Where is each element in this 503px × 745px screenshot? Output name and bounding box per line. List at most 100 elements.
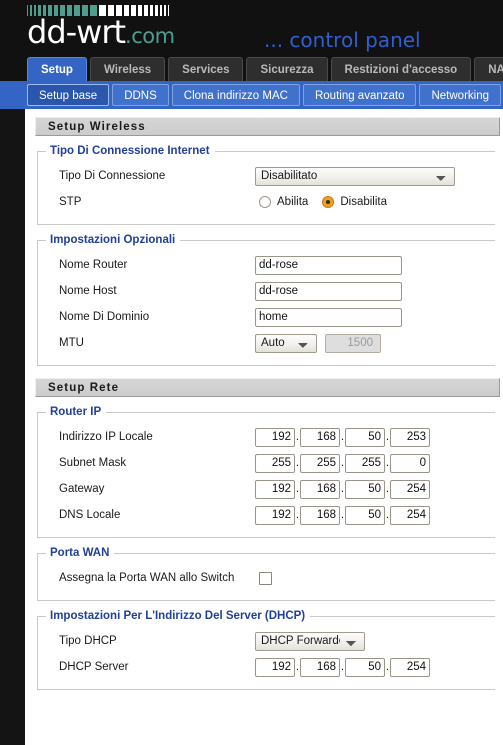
legend-dhcp: Impostazioni Per L'Indirizzo Del Server … — [50, 610, 306, 622]
page-root: dd-wrt.com ... control panel Setup Wirele… — [0, 0, 503, 745]
fieldset-internet-connection: Tipo Di Connessione Internet Tipo Di Con… — [37, 145, 495, 225]
label-dns-locale: DNS Locale — [59, 509, 121, 521]
stp-enable-label: Abilita — [277, 196, 309, 208]
dns-locale-octet-1[interactable] — [255, 505, 295, 525]
label-host-name: Nome Host — [59, 285, 117, 297]
label-indirizzo-ip-locale: Indirizzo IP Locale — [59, 431, 153, 443]
radio-circle-selected-icon — [322, 196, 335, 208]
connection-type-select[interactable]: Disabilitato — [255, 166, 455, 186]
legend-router-ip: Router IP — [50, 406, 102, 418]
indirizzo-ip-locale-octet-1[interactable] — [255, 427, 295, 447]
row-domain-name: Nome Di Dominio — [38, 304, 495, 330]
subnet-mask-octet-1[interactable] — [255, 453, 295, 473]
logo-bar — [155, 5, 158, 16]
dns-locale-octet-2[interactable] — [300, 505, 340, 525]
subtab-networking[interactable]: Networking — [419, 84, 502, 106]
row-host-name: Nome Host — [38, 278, 495, 304]
label-dhcp-type: Tipo DHCP — [59, 635, 117, 647]
label-router-name: Nome Router — [59, 259, 128, 271]
row-subnet-mask: Subnet Mask... — [38, 450, 495, 476]
control-gateway: ... — [255, 479, 430, 499]
logo-bar — [168, 5, 169, 16]
tab-sicurezza[interactable]: Sicurezza — [246, 57, 328, 81]
legend-internet-connection: Tipo Di Connessione Internet — [50, 145, 210, 157]
legend-optional-settings: Impostazioni Opzionali — [50, 234, 176, 246]
row-router-name: Nome Router — [38, 252, 495, 278]
logo-text: dd-wrt.com — [27, 16, 175, 48]
sub-tab-bar: Setup base DDNS Clona indirizzo MAC Routing… — [0, 81, 503, 109]
row-dhcp-server: DHCP Server ... — [38, 654, 495, 680]
label-domain-name: Nome Di Dominio — [59, 311, 150, 323]
host-name-input[interactable] — [255, 281, 402, 301]
row-mtu: MTU Auto — [38, 330, 495, 356]
logo-bar — [150, 5, 153, 16]
dhcp-server-octet-1[interactable] — [255, 657, 295, 677]
logo-bar — [160, 5, 162, 16]
tab-setup[interactable]: Setup — [27, 57, 87, 81]
section-header-setup-wireless: Setup Wireless — [35, 117, 500, 136]
label-mtu: MTU — [59, 337, 84, 349]
subnet-mask-octet-3[interactable] — [345, 453, 385, 473]
label-gateway: Gateway — [59, 483, 105, 495]
dns-locale-octet-3[interactable] — [345, 505, 385, 525]
row-gateway: Gateway... — [38, 476, 495, 502]
body-area: Setup Wireless Tipo Di Connessione Inter… — [0, 109, 503, 745]
fieldset-router-ip: Router IP Indirizzo IP Locale...Subnet M… — [37, 406, 495, 538]
logo-bar — [138, 5, 142, 16]
control-panel-tagline: ... control panel — [264, 28, 421, 52]
content-panel: Setup Wireless Tipo Di Connessione Inter… — [25, 109, 503, 745]
label-stp: STP — [59, 196, 82, 208]
row-stp: STP Abilita Disabilita — [38, 189, 495, 215]
gateway-octets: ... — [255, 479, 430, 499]
main-tab-bar: Setup Wireless Services Sicurezza Restizioni… — [0, 55, 503, 81]
mtu-mode-select[interactable]: Auto — [255, 333, 317, 353]
tab-services[interactable]: Services — [168, 57, 244, 81]
dns-locale-octets: ... — [255, 505, 430, 525]
legend-wan-port: Porta WAN — [50, 547, 110, 559]
tab-restizioni-d-accesso[interactable]: Restizioni d'accesso — [330, 57, 472, 81]
router-name-input[interactable] — [255, 255, 402, 275]
row-dns-locale: DNS Locale... — [38, 502, 495, 528]
label-assign-wan: Assegna la Porta WAN allo Switch — [59, 572, 235, 584]
stp-enable-radio[interactable]: Abilita — [259, 196, 308, 208]
tab-nat-qos[interactable]: NAT / QoS — [474, 57, 503, 81]
gateway-octet-4[interactable] — [390, 479, 430, 499]
dhcp-server-octet-4[interactable] — [390, 657, 430, 677]
subtab-ddns[interactable]: DDNS — [112, 84, 169, 106]
subnet-mask-octet-2[interactable] — [300, 453, 340, 473]
stp-radio-group: Abilita Disabilita — [259, 196, 401, 208]
subtab-setup-base[interactable]: Setup base — [27, 84, 110, 106]
gateway-octet-1[interactable] — [255, 479, 295, 499]
subtab-clona-indirizzo-mac[interactable]: Clona indirizzo MAC — [171, 84, 300, 106]
assign-wan-checkbox[interactable] — [259, 571, 272, 585]
dhcp-server-octet-2[interactable] — [300, 657, 340, 677]
gateway-octet-3[interactable] — [345, 479, 385, 499]
label-subnet-mask: Subnet Mask — [59, 457, 127, 469]
dhcp-server-octet-3[interactable] — [345, 657, 385, 677]
control-subnet-mask: ... — [255, 453, 430, 473]
row-indirizzo-ip-locale: Indirizzo IP Locale... — [38, 424, 495, 450]
dhcp-server-octets: ... — [255, 657, 430, 677]
fieldset-wan-port: Porta WAN Assegna la Porta WAN allo Swit… — [37, 547, 495, 601]
logo-bar — [144, 5, 148, 16]
site-banner: dd-wrt.com ... control panel — [0, 0, 503, 55]
subnet-mask-octet-4[interactable] — [390, 453, 430, 473]
logo-bar — [164, 5, 166, 16]
control-dns-locale: ... — [255, 505, 430, 525]
tab-wireless[interactable]: Wireless — [89, 57, 166, 81]
stp-disable-radio[interactable]: Disabilita — [322, 196, 387, 208]
indirizzo-ip-locale-octet-4[interactable] — [390, 427, 430, 447]
domain-name-input[interactable] — [255, 307, 402, 327]
indirizzo-ip-locale-octet-3[interactable] — [345, 427, 385, 447]
label-connection-type: Tipo Di Connessione — [59, 170, 166, 182]
gateway-octet-2[interactable] — [300, 479, 340, 499]
subtab-routing-avanzato[interactable]: Routing avanzato — [302, 84, 417, 106]
indirizzo-ip-locale-octets: ... — [255, 427, 430, 447]
section-header-setup-rete: Setup Rete — [35, 378, 500, 397]
dns-locale-octet-4[interactable] — [390, 505, 430, 525]
indirizzo-ip-locale-octet-2[interactable] — [300, 427, 340, 447]
dhcp-type-select[interactable]: DHCP Forwarder — [255, 631, 365, 651]
fieldset-optional-settings: Impostazioni Opzionali Nome Router Nome … — [37, 234, 495, 366]
left-gutter — [0, 109, 25, 745]
stp-disable-label: Disabilita — [340, 196, 387, 208]
